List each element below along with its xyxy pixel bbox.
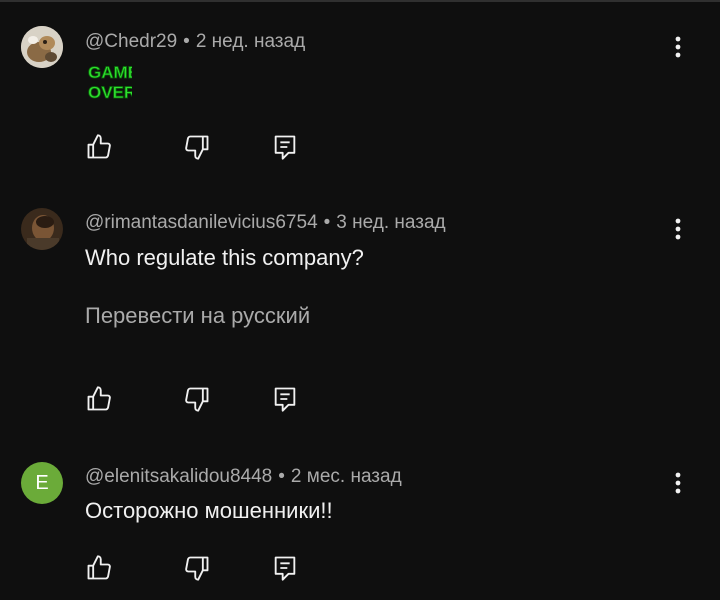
meta-separator: • [278,466,285,487]
comment-text: Who regulate this company? [85,245,364,270]
comment-meta: @rimantasdanilevicius6754 • 3 нед. назад [85,212,446,234]
more-options-icon[interactable] [666,33,690,61]
meta-separator: • [323,212,331,233]
comment-item: @rimantasdanilevicius6754 • 3 нед. назад W… [0,180,720,440]
comment-text: Осторожно мошенники!! [85,498,333,523]
author-name[interactable]: @rimantasdanilevicius6754 [85,212,318,233]
dislike-icon [185,135,209,160]
author-name[interactable]: @elenitsakalidou8448 [85,466,272,487]
dislike-icon [185,556,209,581]
dislike-icon [185,387,209,412]
reply-icon [274,387,296,412]
dislike-button[interactable] [182,132,212,162]
reply-button[interactable] [270,384,300,414]
avatar[interactable] [21,208,63,250]
like-icon [87,386,111,411]
like-button[interactable] [84,553,114,583]
dislike-button[interactable] [182,553,212,583]
avatar[interactable]: E [21,462,63,504]
comment-time: 2 нед. назад [195,31,306,52]
reply-button[interactable] [270,132,300,162]
like-button[interactable] [84,132,114,162]
reply-button[interactable] [270,553,300,583]
comment-time: 2 мес. назад [290,466,402,487]
meta-separator: • [183,31,190,52]
reply-icon [274,135,296,160]
avatar-letter: E [35,471,49,494]
author-name[interactable]: @Chedr29 [85,31,177,52]
like-icon [87,555,111,580]
avatar[interactable] [21,26,63,68]
comment-meta: @Chedr29 • 2 нед. назад [85,31,305,53]
reply-icon [274,556,296,581]
translate-link[interactable]: Перевести на русский [85,302,310,330]
comment-item: @Chedr29 •2 нед. назад GAME OVER [0,0,720,180]
sticker-line-1: GAME [88,63,132,82]
comment-item: E @elenitsakalidou8448 • 2 мес. назад Осто… [0,440,720,600]
game-over-sticker: GAME OVER [88,63,132,102]
dislike-button[interactable] [182,384,212,414]
like-button[interactable] [84,384,114,414]
more-options-icon[interactable] [666,469,690,497]
comment-meta: @elenitsakalidou8448 • 2 мес. назад [85,466,402,488]
comment-time: 3 нед. назад [336,212,446,233]
like-icon [87,134,111,159]
sticker-line-2: OVER [88,83,132,102]
more-options-icon[interactable] [666,215,690,243]
